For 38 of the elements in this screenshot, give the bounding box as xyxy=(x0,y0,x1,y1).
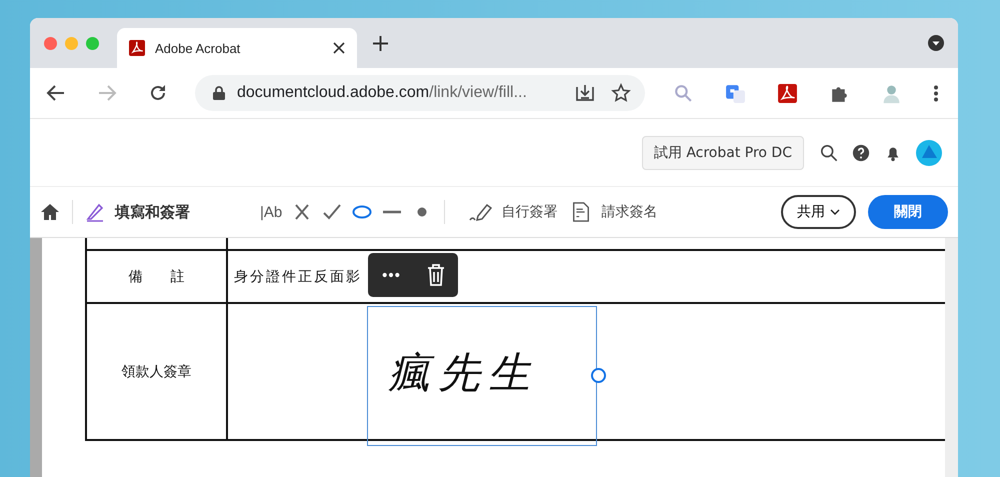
checkmark-icon[interactable] xyxy=(322,202,342,222)
browser-tab[interactable]: Adobe Acrobat xyxy=(117,28,357,68)
close-button[interactable]: 關閉 xyxy=(868,195,948,229)
search-icon[interactable] xyxy=(820,144,838,162)
text-tool[interactable]: |Ab xyxy=(260,204,282,220)
table-cell: 領款人簽章 xyxy=(122,362,192,380)
resize-handle[interactable] xyxy=(591,368,606,383)
signature-field[interactable]: 瘋先生 xyxy=(367,306,597,446)
request-signature-button[interactable]: 請求簽名 xyxy=(569,202,658,222)
signature-text: 瘋先生 xyxy=(388,347,538,399)
url-text: documentcloud.adobe.com/link/view/fill... xyxy=(237,84,528,102)
trial-button[interactable]: 試用 Acrobat Pro DC xyxy=(642,136,804,170)
address-bar[interactable]: documentcloud.adobe.com/link/view/fill... xyxy=(195,75,645,111)
table-cell: 身分證件正反面影 xyxy=(234,268,362,286)
pdf-icon[interactable] xyxy=(777,82,798,104)
avatar-icon[interactable] xyxy=(916,140,942,166)
signature-pen-icon xyxy=(85,202,105,222)
more-icon[interactable] xyxy=(933,82,939,104)
star-icon[interactable] xyxy=(611,83,631,103)
caret-icon xyxy=(830,209,840,215)
tool-title: 填寫和簽署 xyxy=(115,202,190,222)
dropdown-icon[interactable] xyxy=(928,35,944,51)
pen-nib-icon xyxy=(469,202,494,222)
share-button[interactable]: 共用 xyxy=(781,195,856,229)
reload-icon[interactable] xyxy=(148,83,168,103)
plus-icon[interactable] xyxy=(373,36,388,50)
table-cell: 備 註 xyxy=(128,268,184,286)
pdf-icon xyxy=(129,40,145,56)
lock-icon xyxy=(213,86,225,100)
back-arrow-icon[interactable] xyxy=(46,83,66,103)
close-icon[interactable] xyxy=(333,42,345,54)
translate-icon[interactable] xyxy=(725,82,746,104)
more-icon[interactable] xyxy=(382,272,400,278)
trash-icon[interactable] xyxy=(426,264,444,286)
sign-yourself-button[interactable]: 自行簽署 xyxy=(469,202,558,222)
download-icon[interactable] xyxy=(575,83,595,103)
home-icon[interactable] xyxy=(40,202,60,222)
help-icon[interactable] xyxy=(852,144,870,162)
